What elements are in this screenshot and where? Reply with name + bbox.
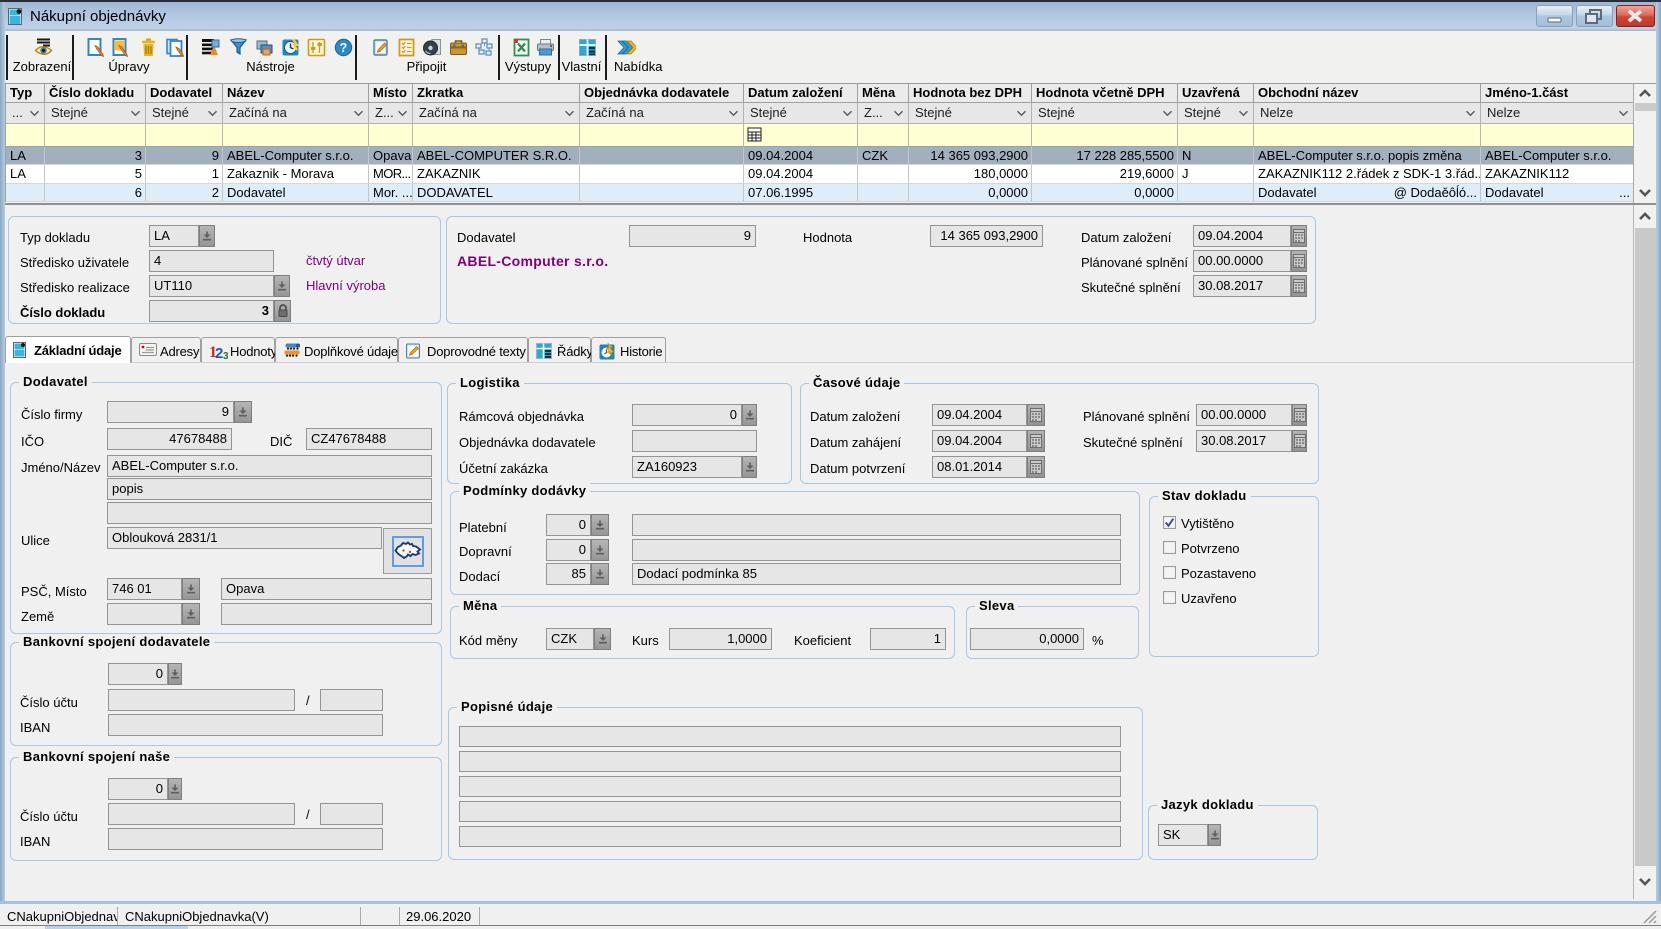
svg-text:?: ?: [340, 41, 348, 55]
svg-text:3: 3: [223, 351, 228, 359]
